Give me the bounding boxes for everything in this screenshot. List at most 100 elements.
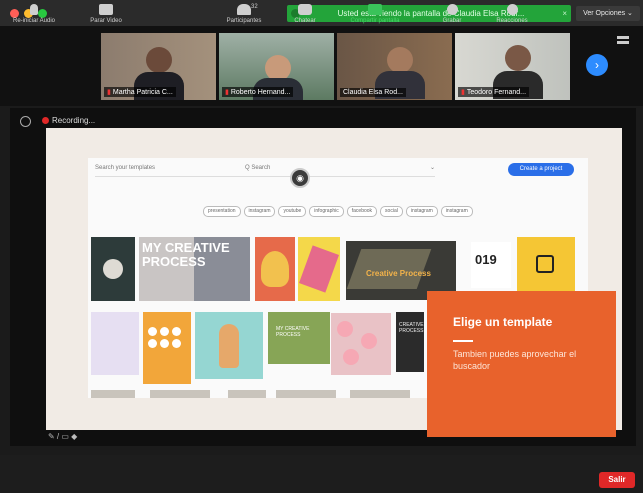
template-thumbnail [91, 312, 139, 375]
category-chip: instagram [440, 206, 473, 217]
callout-divider [453, 340, 473, 342]
create-project-button: Create a project [508, 163, 574, 176]
template-thumbnail [298, 237, 340, 301]
lock-icon [536, 255, 554, 273]
callout-heading: Elige un template [453, 315, 553, 329]
category-chip: facebook [346, 206, 378, 217]
participants-count: 32 [251, 4, 258, 10]
participant-name-text: Teodoro Fernand... [466, 89, 527, 96]
template-thumbnail [150, 390, 210, 398]
template-thumbnail: MY CREATIVE PROCESS [268, 312, 330, 364]
category-chip: infographic [309, 206, 344, 217]
video-label: Parar Video [90, 18, 122, 24]
microphone-icon [30, 4, 38, 15]
video-button[interactable]: Parar Video [84, 4, 128, 36]
template-thumbnail [195, 312, 263, 379]
chat-label: Chatear [294, 18, 316, 24]
audio-button[interactable]: Re-iniciar Audio [8, 4, 60, 36]
search-left-text: Search your templates [95, 165, 156, 171]
template-thumbnail [255, 237, 295, 301]
close-banner-button[interactable]: × [562, 5, 567, 22]
participants-label: Participantes [226, 18, 262, 24]
participant-tile[interactable]: Claudia Elsa Rod... [337, 33, 452, 100]
thumbnail-title: Creative Process [366, 269, 431, 278]
meeting-toolbar [0, 455, 643, 493]
participant-tile[interactable]: ▮ Roberto Hernand... [219, 33, 334, 100]
info-icon[interactable] [20, 116, 31, 127]
search-mid-text: Q Search [245, 165, 271, 171]
record-label: Grabar [442, 18, 462, 24]
template-thumbnail [350, 390, 410, 398]
thumbnail-art [261, 251, 289, 287]
participant-head [387, 47, 413, 73]
participant-name: ▮ Martha Patricia C... [104, 87, 176, 97]
thumbnail-title: 019 [475, 252, 497, 267]
reactions-button[interactable]: Reacciones [488, 4, 536, 36]
reactions-icon [506, 4, 518, 15]
video-camera-icon [99, 4, 113, 15]
thumbnail-art [103, 259, 123, 279]
recording-label: Recording... [52, 116, 96, 125]
audio-label: Re-iniciar Audio [12, 18, 56, 24]
template-thumbnail [331, 313, 391, 375]
thumbnail-title: MY CREATIVE PROCESS [276, 326, 310, 338]
participants-icon [237, 4, 251, 15]
share-screen-icon [368, 4, 382, 15]
category-chip: instagram [405, 206, 438, 217]
thumbnail-art [337, 321, 353, 337]
participant-name-text: Roberto Hernand... [230, 89, 291, 96]
participant-name-text: Martha Patricia C... [112, 89, 173, 96]
view-options-button[interactable]: Ver Opciones ⌄ [576, 6, 640, 21]
muted-mic-icon: ▮ [461, 89, 465, 96]
template-thumbnail [228, 390, 266, 398]
template-thumbnail [276, 390, 336, 398]
template-thumbnail: CREATIVE PROCESS [396, 312, 424, 372]
thumbnail-art [148, 327, 186, 348]
template-thumbnail [91, 237, 135, 301]
callout-text: Tambien puedes aprovechar el buscador [453, 349, 577, 371]
category-chip: presentation [203, 206, 241, 217]
participant-name: ▮ Teodoro Fernand... [458, 87, 530, 97]
thumbnail-art [343, 349, 359, 365]
category-chips: presentation instagram youtube infograph… [203, 206, 473, 218]
callout-box: Elige un template Tambien puedes aprovec… [427, 291, 616, 437]
next-participants-button[interactable]: › [586, 54, 608, 76]
template-thumbnail [91, 390, 135, 398]
recording-dot-icon [42, 117, 49, 125]
participant-name: ▮ Roberto Hernand... [222, 87, 294, 97]
participant-tile[interactable]: ▮ Teodoro Fernand... [455, 33, 570, 100]
chat-icon [298, 4, 312, 15]
participant-head [146, 47, 172, 73]
record-button[interactable]: Grabar [434, 4, 470, 36]
chat-button[interactable]: Chatear [286, 4, 324, 36]
template-search-bar: Search your templates Q Search ⌄ [95, 163, 435, 177]
category-chip: instagram [243, 206, 276, 217]
camera-icon: ◉ [290, 168, 310, 188]
muted-mic-icon: ▮ [225, 89, 229, 96]
thumbnail-title: CREATIVE PROCESS [399, 322, 424, 334]
template-thumbnail [143, 312, 191, 384]
recording-indicator: Recording... [42, 116, 95, 125]
leave-meeting-button[interactable]: Salir [599, 472, 635, 488]
share-screen-button[interactable]: Compartir pantalla [336, 4, 414, 36]
thumbnail-art [299, 245, 339, 293]
category-chip: social [380, 206, 403, 217]
gallery-view-icon[interactable] [617, 36, 629, 44]
thumbnail-art [361, 333, 377, 349]
participant-tile[interactable]: ▮ Martha Patricia C... [101, 33, 216, 100]
share-label: Compartir pantalla [350, 18, 400, 24]
template-thumbnail [517, 237, 575, 291]
thumbnail-title: MY CREATIVE PROCESS [142, 240, 230, 269]
muted-mic-icon: ▮ [107, 89, 111, 96]
participant-head [505, 45, 531, 71]
annotation-tools[interactable]: ✎ / ▭ ◆ [48, 432, 77, 441]
reactions-label: Reacciones [496, 18, 528, 24]
chevron-down-icon: ⌄ [429, 165, 435, 171]
template-thumbnail: 019 [471, 242, 511, 288]
category-chip: youtube [278, 206, 307, 217]
record-icon [446, 4, 458, 15]
participant-name: Claudia Elsa Rod... [340, 88, 406, 97]
thumbnail-art [219, 324, 239, 368]
participants-button[interactable]: 32 Participantes [213, 4, 275, 36]
template-thumbnail: MY CREATIVE PROCESS [139, 237, 250, 301]
